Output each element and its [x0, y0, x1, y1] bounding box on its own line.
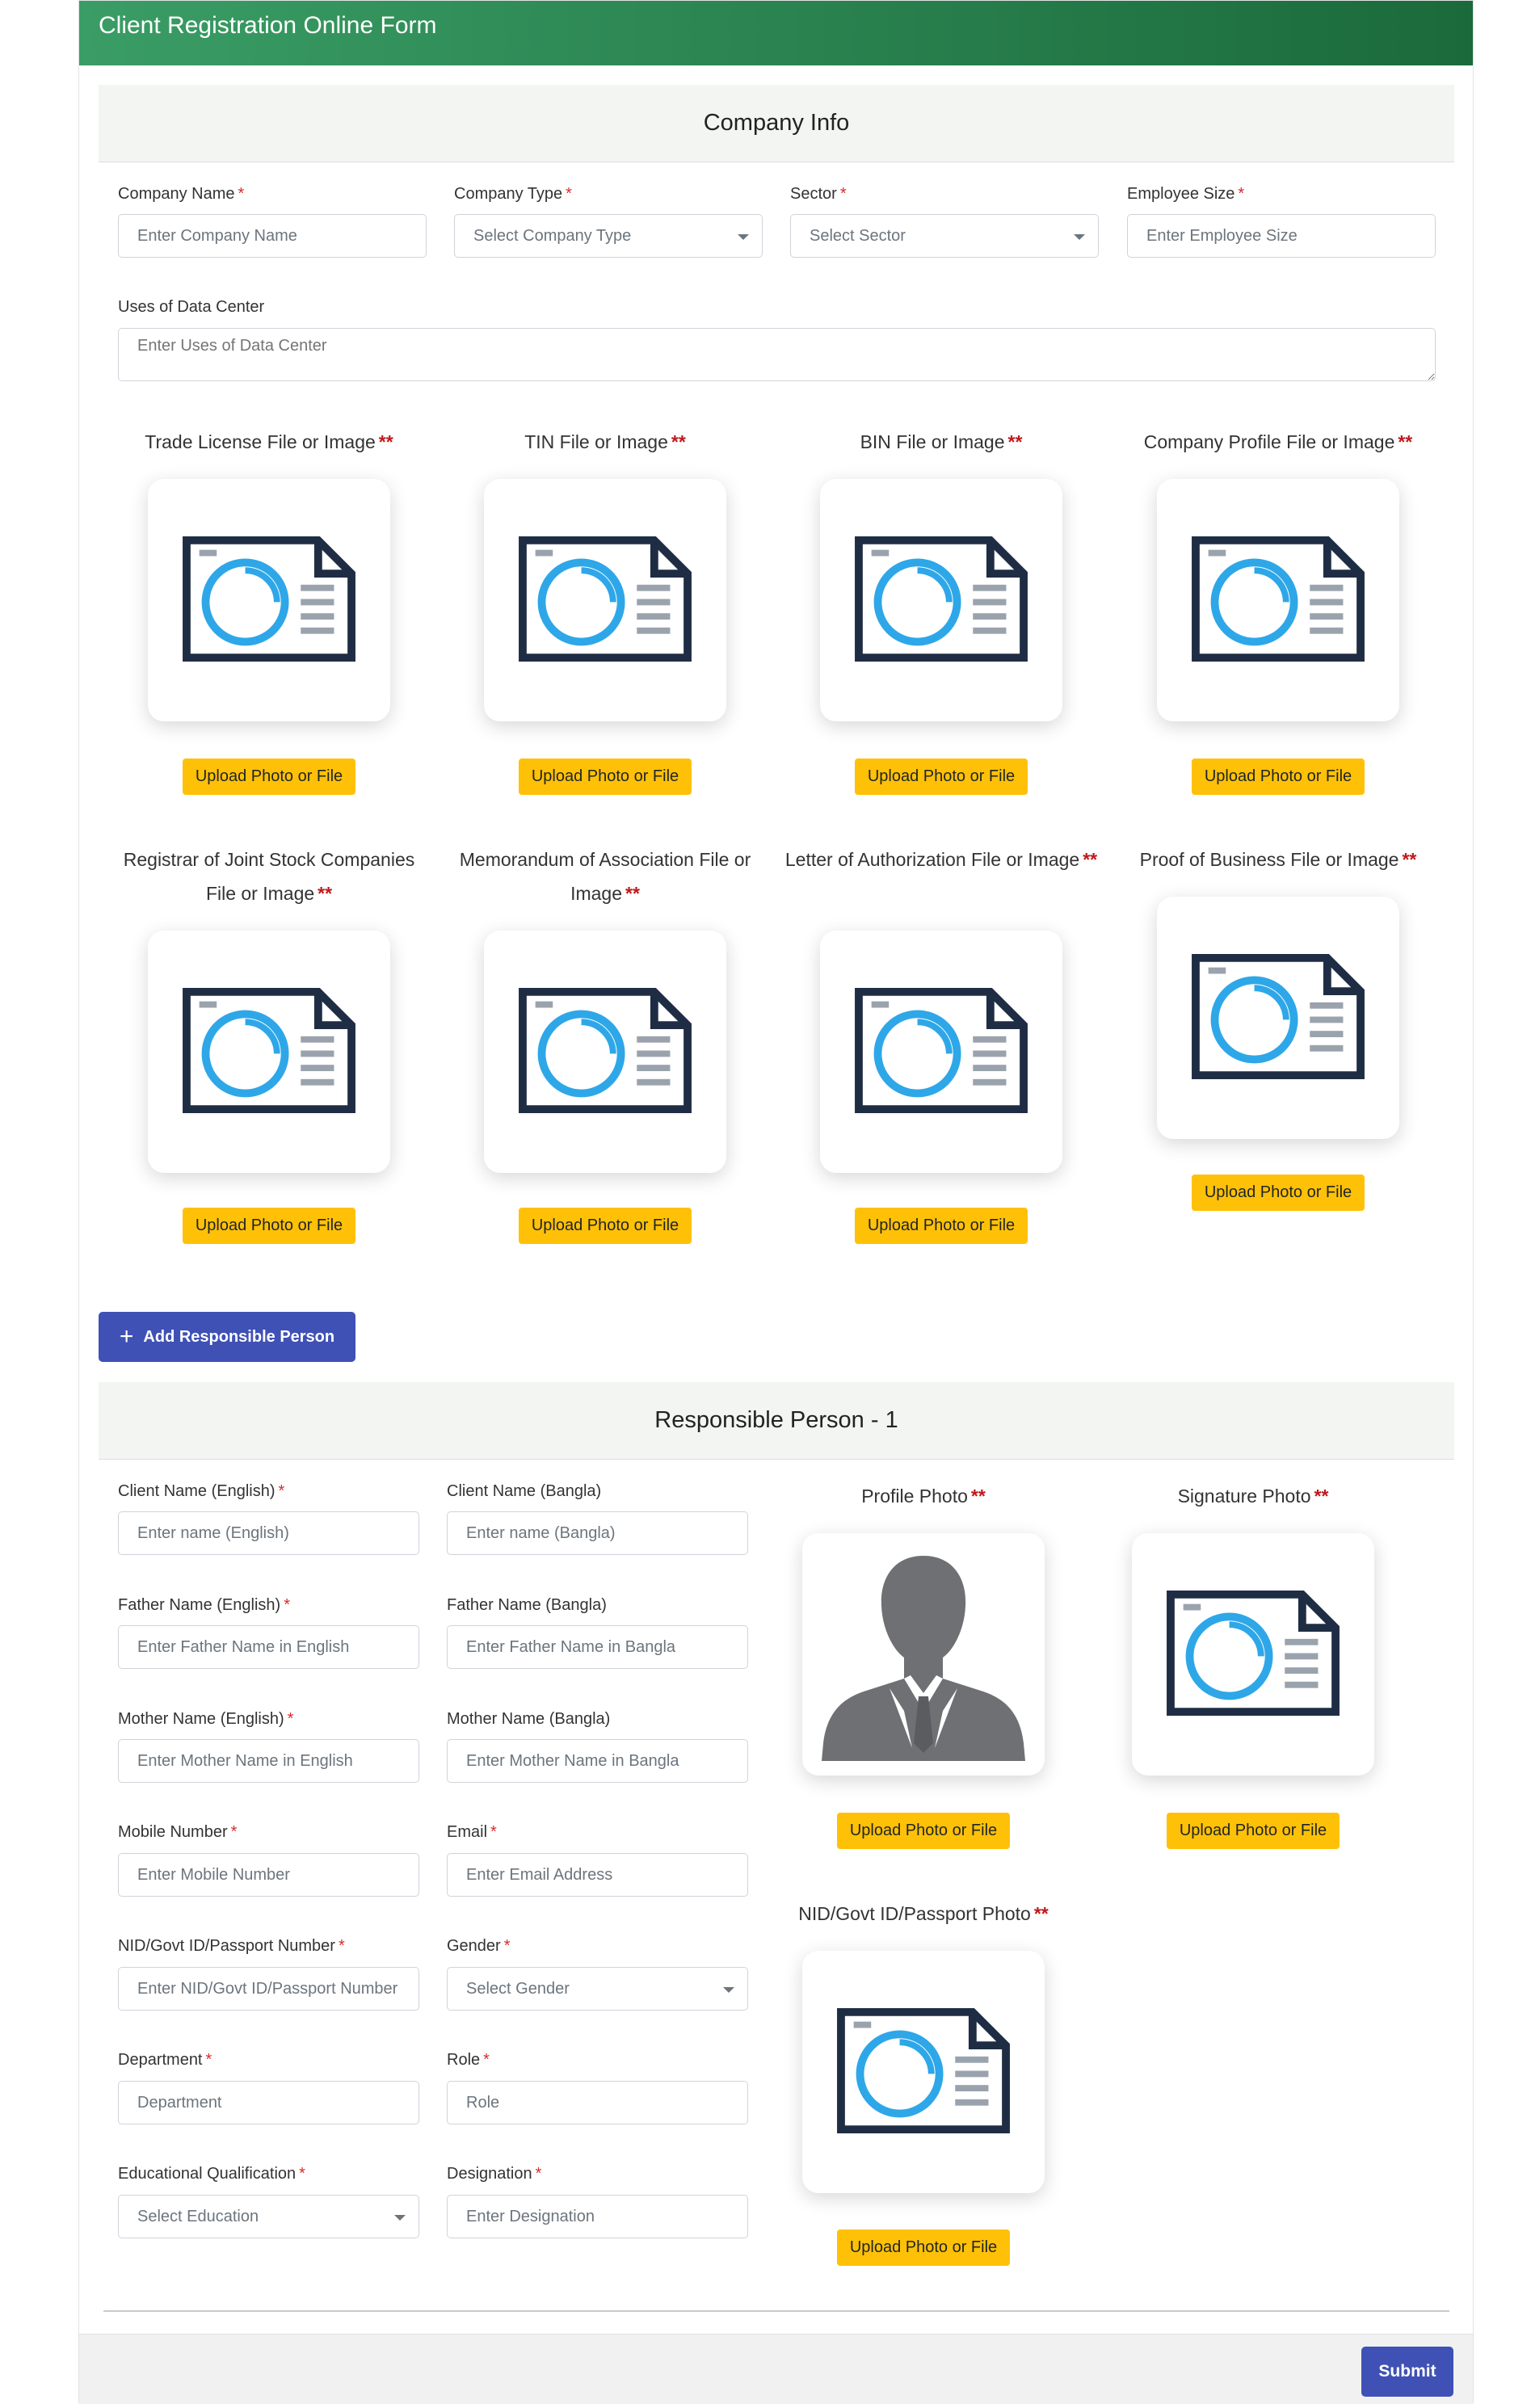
mother-bn-label: Mother Name (Bangla): [447, 1710, 611, 1728]
add-responsible-person-button[interactable]: + Add Responsible Person: [99, 1312, 355, 1362]
submit-button[interactable]: Submit: [1361, 2347, 1453, 2397]
client-name-bn-label: Client Name (Bangla): [447, 1482, 602, 1500]
upload-button-bin[interactable]: Upload Photo or File: [855, 759, 1028, 795]
person-silhouette-icon: [822, 1556, 1025, 1761]
role-input[interactable]: Role: [447, 2081, 748, 2124]
photo-document-icon: [518, 987, 692, 1114]
doc-tile-tin[interactable]: [484, 479, 726, 721]
upload-button-nid-photo[interactable]: Upload Photo or File: [837, 2229, 1010, 2266]
email-label: Email *: [447, 1823, 497, 1841]
designation-label: Designation *: [447, 2165, 542, 2183]
education-select[interactable]: Select Education: [118, 2195, 419, 2238]
doc-tile-memorandum[interactable]: [484, 931, 726, 1173]
photo-document-icon: [518, 536, 692, 662]
employee-size-input[interactable]: Enter Employee Size: [1127, 214, 1436, 258]
nid-number-label: NID/Govt ID/Passport Number *: [118, 1937, 345, 1955]
father-en-input[interactable]: Enter Father Name in English: [118, 1625, 419, 1669]
uses-textarea[interactable]: [118, 328, 1436, 381]
upload-button-proof-of-business[interactable]: Upload Photo or File: [1192, 1175, 1365, 1211]
role-label: Role *: [447, 2051, 490, 2069]
client-name-en-label: Client Name (English) *: [118, 1482, 285, 1500]
doc-tile-authorization[interactable]: [820, 931, 1062, 1173]
company-info-heading: Company Info: [99, 85, 1454, 162]
doc-title-proof-of-business: Proof of Business File or Image **: [1139, 849, 1417, 870]
photo-document-icon: [854, 536, 1028, 662]
nid-number-input[interactable]: Enter NID/Govt ID/Passport Number: [118, 1967, 419, 2011]
doc-title-authorization: Letter of Authorization File or Image **: [784, 849, 1098, 870]
upload-button-authorization[interactable]: Upload Photo or File: [855, 1208, 1028, 1244]
photo-document-icon: [854, 987, 1028, 1114]
photo-document-icon: [182, 536, 356, 662]
photo-document-icon: [182, 987, 356, 1114]
nid-photo-tile[interactable]: [802, 1951, 1045, 2193]
company-type-label: Company Type *: [454, 185, 572, 203]
nid-photo-title: NID/Govt ID/Passport Photo **: [798, 1903, 1049, 1924]
department-label: Department *: [118, 2051, 212, 2069]
father-en-label: Father Name (English) *: [118, 1596, 290, 1614]
mother-en-input[interactable]: Enter Mother Name in English: [118, 1739, 419, 1783]
header-bar: Client Registration Online Form: [79, 1, 1473, 65]
doc-title-trade-license: Trade License File or Image **: [145, 431, 393, 452]
page-title: Client Registration Online Form: [99, 12, 437, 39]
upload-button-trade-license[interactable]: Upload Photo or File: [183, 759, 355, 795]
profile-photo-title: Profile Photo **: [861, 1486, 986, 1507]
sector-select[interactable]: Select Sector: [790, 214, 1099, 258]
section-divider: [103, 2310, 1449, 2312]
profile-photo-tile[interactable]: [802, 1533, 1045, 1776]
photo-document-icon: [1191, 536, 1365, 662]
plus-icon: +: [119, 1323, 134, 1350]
client-name-bn-input[interactable]: Enter name (Bangla): [447, 1511, 748, 1555]
doc-tile-bin[interactable]: [820, 479, 1062, 721]
company-type-select[interactable]: Select Company Type: [454, 214, 763, 258]
photo-document-icon: [1166, 1590, 1340, 1717]
doc-title-rjsc: Registrar of Joint Stock Companies File …: [123, 849, 415, 904]
doc-title-tin: TIN File or Image **: [524, 431, 686, 452]
email-input[interactable]: Enter Email Address: [447, 1853, 748, 1897]
employee-size-label: Employee Size *: [1127, 185, 1245, 203]
upload-button-memorandum[interactable]: Upload Photo or File: [519, 1208, 692, 1244]
responsible-person-heading: Responsible Person - 1: [99, 1382, 1454, 1460]
upload-button-rjsc[interactable]: Upload Photo or File: [183, 1208, 355, 1244]
mobile-label: Mobile Number *: [118, 1823, 238, 1841]
signature-photo-tile[interactable]: [1132, 1533, 1374, 1776]
company-name-input[interactable]: Enter Company Name: [118, 214, 427, 258]
doc-tile-proof-of-business[interactable]: [1157, 897, 1399, 1139]
doc-tile-rjsc[interactable]: [148, 931, 390, 1173]
mother-bn-input[interactable]: Enter Mother Name in Bangla: [447, 1739, 748, 1783]
education-label: Educational Qualification *: [118, 2165, 305, 2183]
department-input[interactable]: Department: [118, 2081, 419, 2124]
upload-button-tin[interactable]: Upload Photo or File: [519, 759, 692, 795]
photo-document-icon: [1191, 953, 1365, 1080]
company-name-label: Company Name *: [118, 185, 245, 203]
doc-title-memorandum: Memorandum of Association File or Image *…: [459, 849, 751, 904]
upload-button-company-profile[interactable]: Upload Photo or File: [1192, 759, 1365, 795]
gender-select[interactable]: Select Gender: [447, 1967, 748, 2011]
sector-label: Sector *: [790, 185, 847, 203]
client-name-en-input[interactable]: Enter name (English): [118, 1511, 419, 1555]
photo-document-icon: [836, 2007, 1011, 2134]
mobile-input[interactable]: Enter Mobile Number: [118, 1853, 419, 1897]
designation-input[interactable]: Enter Designation: [447, 2195, 748, 2238]
upload-button-signature-photo[interactable]: Upload Photo or File: [1167, 1813, 1340, 1849]
signature-photo-title: Signature Photo **: [1177, 1486, 1329, 1507]
doc-tile-company-profile[interactable]: [1157, 479, 1399, 721]
doc-title-bin: BIN File or Image **: [860, 431, 1023, 452]
mother-en-label: Mother Name (English) *: [118, 1710, 294, 1728]
father-bn-label: Father Name (Bangla): [447, 1596, 607, 1614]
form-footer: Submit: [79, 2334, 1473, 2404]
upload-button-profile-photo[interactable]: Upload Photo or File: [837, 1813, 1010, 1849]
uses-label: Uses of Data Center: [118, 298, 265, 316]
registration-card: Client Registration Online Form Company …: [78, 0, 1474, 2404]
gender-label: Gender *: [447, 1937, 511, 1955]
father-bn-input[interactable]: Enter Father Name in Bangla: [447, 1625, 748, 1669]
doc-tile-trade-license[interactable]: [148, 479, 390, 721]
doc-title-company-profile: Company Profile File or Image **: [1143, 431, 1413, 452]
